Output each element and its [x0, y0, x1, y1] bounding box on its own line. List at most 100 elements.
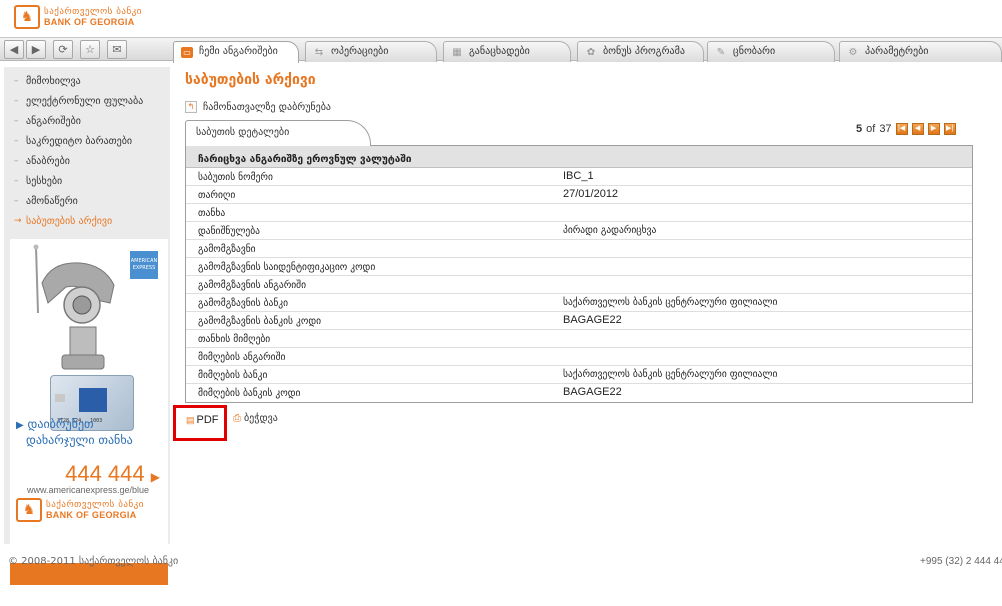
previous-page-icon[interactable]: ◀	[911, 123, 924, 135]
card-chip-icon	[55, 394, 65, 402]
favorite-star-icon[interactable]: ☆	[80, 40, 100, 59]
table-row: მიმღების ანგარიში	[186, 348, 972, 366]
card-portrait	[79, 388, 107, 412]
last-page-icon[interactable]: ▶|	[943, 123, 956, 135]
play-arrow-icon: ▶	[150, 470, 160, 484]
row-value: BAGAGE22	[563, 314, 622, 326]
sidebar-item-deposits[interactable]: – ანაბრები	[8, 151, 174, 171]
row-label: გამომგზავნის ბანკის კოდი	[198, 316, 322, 327]
row-label: თანხა	[198, 208, 226, 219]
brand-name-georgian: საქართველოს ბანკი	[44, 7, 142, 17]
table-row: გამომგზავნის საიდენტიფიკაციო კოდი	[186, 258, 972, 276]
sidebar-item-label: მიმოხილვა	[26, 75, 81, 87]
document-details-panel: ჩარიცხვა ანგარიშზე ეროვნულ ვალუტაში საბუ…	[185, 145, 973, 403]
row-label: გამომგზავნის ანგარიში	[198, 280, 307, 291]
row-label: გამომგზავნის ბანკი	[198, 298, 289, 309]
row-label: დანიშნულება	[198, 226, 260, 237]
row-value: 27/01/2012	[563, 188, 619, 200]
table-row: გამომგზავნის ანგარიში	[186, 276, 972, 294]
details-list: საბუთის ნომერი IBC_1 თარიღი 27/01/2012 თანხა…	[186, 168, 972, 402]
sidebar-item-credit-cards[interactable]: – საკრედიტო ბარათები	[8, 131, 174, 151]
table-row: თანხის მიმღები	[186, 330, 972, 348]
sidebar-item-document-archive[interactable]: → საბუთების არქივი	[8, 211, 174, 231]
next-page-icon[interactable]: ▶	[927, 123, 940, 135]
lion-logo-icon: ♞	[14, 5, 40, 29]
tab-document-details[interactable]: საბუთის დეტალები	[185, 120, 371, 146]
sidebar-item-accounts[interactable]: – ანგარიშები	[8, 111, 174, 131]
row-label: გამომგზავნის საიდენტიფიკაციო კოდი	[198, 262, 376, 273]
sidebar-item-loans[interactable]: – სესხები	[8, 171, 174, 191]
arrow-right-icon: →	[14, 216, 22, 226]
pager-total: 37	[879, 123, 892, 135]
dash-icon: –	[14, 136, 19, 146]
info-icon: ✎	[716, 47, 726, 58]
tab-settings[interactable]: ⚙ პარამეტრები	[839, 41, 1002, 62]
gift-icon: ✿	[586, 47, 596, 58]
row-value: BAGAGE22	[563, 386, 622, 398]
row-label: თანხის მიმღები	[198, 334, 271, 345]
tab-label: ბონუს პროგრამა	[603, 46, 685, 57]
first-page-icon[interactable]: |◀	[895, 123, 908, 135]
tab-my-accounts[interactable]: ▭ ჩემი ანგარიშები	[173, 41, 299, 63]
banner-phone-number: 444 444	[65, 461, 145, 486]
sidebar: – მიმოხილვა – ელექტრონული ფულაბა – ანგარიშე…	[4, 67, 170, 605]
sidebar-item-label: ანაბრები	[26, 155, 70, 167]
print-button[interactable]: ⎙ ბეჭდვა	[233, 413, 278, 424]
back-to-list-link[interactable]: ↰ ჩამონათვალზე დაბრუნება	[185, 101, 331, 113]
back-arrow-icon[interactable]: ◀	[4, 40, 24, 59]
sidebar-item-overview[interactable]: – მიმოხილვა	[8, 71, 174, 91]
table-row: თარიღი 27/01/2012	[186, 186, 972, 204]
dash-icon: –	[14, 116, 19, 126]
table-row: გამომგზავნი	[186, 240, 972, 258]
forward-arrow-icon[interactable]: ▶	[26, 40, 46, 59]
grid-icon: ▦	[452, 47, 462, 58]
page-title: საბუთების არქივი	[185, 72, 316, 88]
transfer-icon: ⇆	[314, 47, 324, 58]
row-label: მიმღების ანგარიში	[198, 352, 286, 363]
print-label: ბეჭდვა	[244, 413, 278, 424]
sidebar-item-label: საკრედიტო ბარათები	[26, 135, 133, 147]
row-value: საქართველოს ბანკის ცენტრალური ფილიალი	[563, 369, 778, 380]
footer-copyright: © 2008-2011 საქართველოს ბანკი	[8, 556, 179, 567]
sidebar-item-label: ანგარიშები	[26, 115, 81, 127]
dash-icon: –	[14, 176, 19, 186]
tab-reference[interactable]: ✎ ცნობარი	[707, 41, 835, 62]
tab-bonus-program[interactable]: ✿ ბონუს პროგრამა	[577, 41, 704, 62]
printer-icon: ⎙	[233, 413, 241, 424]
banner-cta: ▶ დაიბრუნეთ დახარჯული თანხა	[16, 417, 166, 448]
return-arrow-icon: ↰	[185, 101, 197, 113]
dash-icon: –	[14, 156, 19, 166]
row-label: თარიღი	[198, 190, 236, 201]
cta-line-2: დახარჯული თანხა	[26, 433, 133, 447]
sidebar-item-label: საბუთების არქივი	[26, 215, 113, 227]
section-title: ჩარიცხვა ანგარიშზე ეროვნულ ვალუტაში	[186, 146, 972, 168]
folder-icon: ▭	[181, 47, 193, 58]
amex-promo-banner[interactable]: AMERICAN EXPRESS 3728 524.. 1003 ▶ დაიბრ…	[10, 239, 168, 605]
sidebar-item-statement[interactable]: – ამონაწერი	[8, 191, 174, 211]
table-row: დანიშნულება პირადი გადარიცხვა	[186, 222, 972, 240]
table-row: მიმღების ბანკი საქართველოს ბანკის ცენტრალ…	[186, 366, 972, 384]
document-icon: ▤	[186, 415, 195, 425]
row-label: მიმღების ბანკი	[198, 370, 268, 381]
pdf-button[interactable]: ▤ PDF	[173, 405, 227, 441]
dash-icon: –	[14, 96, 19, 106]
table-row: მიმღების ბანკის კოდი BAGAGE22	[186, 384, 972, 402]
sidebar-item-e-wallet[interactable]: – ელექტრონული ფულაბა	[8, 91, 174, 111]
brand-name-english: BANK OF GEORGIA	[44, 17, 135, 27]
row-value: პირადი გადარიცხვა	[563, 225, 657, 236]
sidebar-menu: – მიმოხილვა – ელექტრონული ფულაბა – ანგარიშე…	[8, 71, 174, 231]
row-label: მიმღების ბანკის კოდი	[198, 388, 301, 399]
table-row: გამომგზავნის ბანკი საქართველოს ბანკის ცენ…	[186, 294, 972, 312]
main-navbar: ◀ ▶ ⟳ ☆ ✉ ▭ ჩემი ანგარიშები ⇆ ოპერაციები ▦…	[0, 37, 1002, 63]
tab-label: ოპერაციები	[331, 46, 389, 57]
bank-logo[interactable]: ♞ საქართველოს ბანკი BANK OF GEORGIA	[14, 4, 142, 30]
tab-applications[interactable]: ▦ განაცხადები	[443, 41, 571, 62]
pdf-label: PDF	[196, 414, 219, 426]
refresh-icon[interactable]: ⟳	[53, 40, 73, 59]
row-label: გამომგზავნი	[198, 244, 256, 255]
gear-icon: ⚙	[848, 47, 858, 58]
table-row: გამომგზავნის ბანკის კოდი BAGAGE22	[186, 312, 972, 330]
mail-icon[interactable]: ✉	[107, 40, 127, 59]
tab-operations[interactable]: ⇆ ოპერაციები	[305, 41, 437, 62]
banner-url: www.americanexpress.ge/blue	[26, 485, 150, 495]
